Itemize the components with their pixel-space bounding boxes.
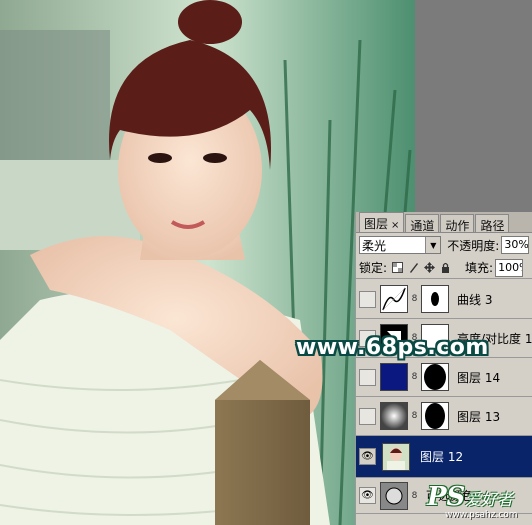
close-icon[interactable]: × <box>391 220 399 231</box>
canvas-photo <box>0 0 415 525</box>
fill-input[interactable]: 100% <box>495 258 524 277</box>
photo-image <box>0 0 415 525</box>
visibility-toggle[interactable] <box>359 407 376 425</box>
logo-cn-text: 爱好者 <box>465 490 514 509</box>
layer-name: 图层 13 <box>457 409 501 424</box>
fill-label: 填充: <box>465 261 494 275</box>
layer-thumbnail <box>380 402 408 430</box>
layer-name: 图层 12 <box>420 450 464 464</box>
layer-mask-thumbnail[interactable] <box>421 402 449 430</box>
logo-url-text: www.psahz.com <box>445 510 518 520</box>
opacity-input[interactable]: 30% <box>501 236 529 254</box>
blend-mode-select[interactable]: 柔光 ▼ <box>359 236 442 254</box>
layer-name: 图层 14 <box>457 370 501 385</box>
layers-panel: 图层× 通道 动作 路径 柔光 ▼ 不透明度: 30% 锁定: 填充: 100% <box>355 212 532 525</box>
lock-row: 锁定: 填充: 100% <box>356 257 532 279</box>
ps-logo-watermark: PS 爱好者 www.psahz.com <box>425 480 532 525</box>
chevron-down-icon[interactable]: ▼ <box>425 237 441 253</box>
curves-adjustment-icon <box>380 285 408 313</box>
visibility-toggle[interactable] <box>359 290 376 308</box>
layer-row-13[interactable]: 8 图层 13 <box>356 397 532 436</box>
blend-row: 柔光 ▼ 不透明度: 30% <box>356 233 532 257</box>
move-lock-icon[interactable] <box>424 262 436 273</box>
eye-icon[interactable]: 👁 <box>359 487 376 504</box>
padlock-icon[interactable] <box>440 262 451 273</box>
workspace-background <box>415 0 532 212</box>
tab-layers[interactable]: 图层 × <box>359 212 405 232</box>
site-watermark: www.68ps.com <box>296 335 489 360</box>
eye-icon[interactable]: 👁 <box>359 448 376 465</box>
brush-lock-icon[interactable] <box>408 262 419 273</box>
tab-paths[interactable]: 路径 <box>475 214 510 233</box>
tab-channels-label: 通道 <box>410 219 435 233</box>
panel-tabs: 图层 × 通道 动作 路径 <box>356 212 532 233</box>
opacity-label: 不透明度: <box>447 238 500 253</box>
logo-ps-text: PS <box>427 482 466 512</box>
tab-actions[interactable]: 动作 <box>440 214 475 233</box>
layer-mask-thumbnail[interactable] <box>421 285 449 313</box>
layer-name: 曲线 3 <box>457 292 493 307</box>
link-icon[interactable]: 8 <box>411 491 418 501</box>
selective-color-icon <box>380 481 408 510</box>
blend-mode-value: 柔光 <box>362 238 387 253</box>
layer-row-14[interactable]: 8 图层 14 <box>356 358 532 397</box>
layer-row-12[interactable]: 👁 图层 12 <box>356 436 532 478</box>
link-icon[interactable]: 8 <box>411 294 418 304</box>
link-icon[interactable]: 8 <box>411 372 418 382</box>
tab-paths-label: 路径 <box>480 219 505 233</box>
tab-layers-label: 图层 <box>364 217 389 231</box>
layer-mask-thumbnail[interactable] <box>421 363 449 391</box>
layer-thumbnail <box>382 442 410 471</box>
transparent-lock-icon[interactable] <box>392 262 404 273</box>
layer-row-curves-3[interactable]: 8 曲线 3 <box>356 280 532 319</box>
layer-thumbnail <box>380 363 408 391</box>
visibility-toggle[interactable] <box>359 368 376 386</box>
tab-channels[interactable]: 通道 <box>405 214 440 233</box>
lock-label: 锁定: <box>359 261 388 275</box>
tab-actions-label: 动作 <box>445 219 470 233</box>
link-icon[interactable]: 8 <box>411 411 418 421</box>
